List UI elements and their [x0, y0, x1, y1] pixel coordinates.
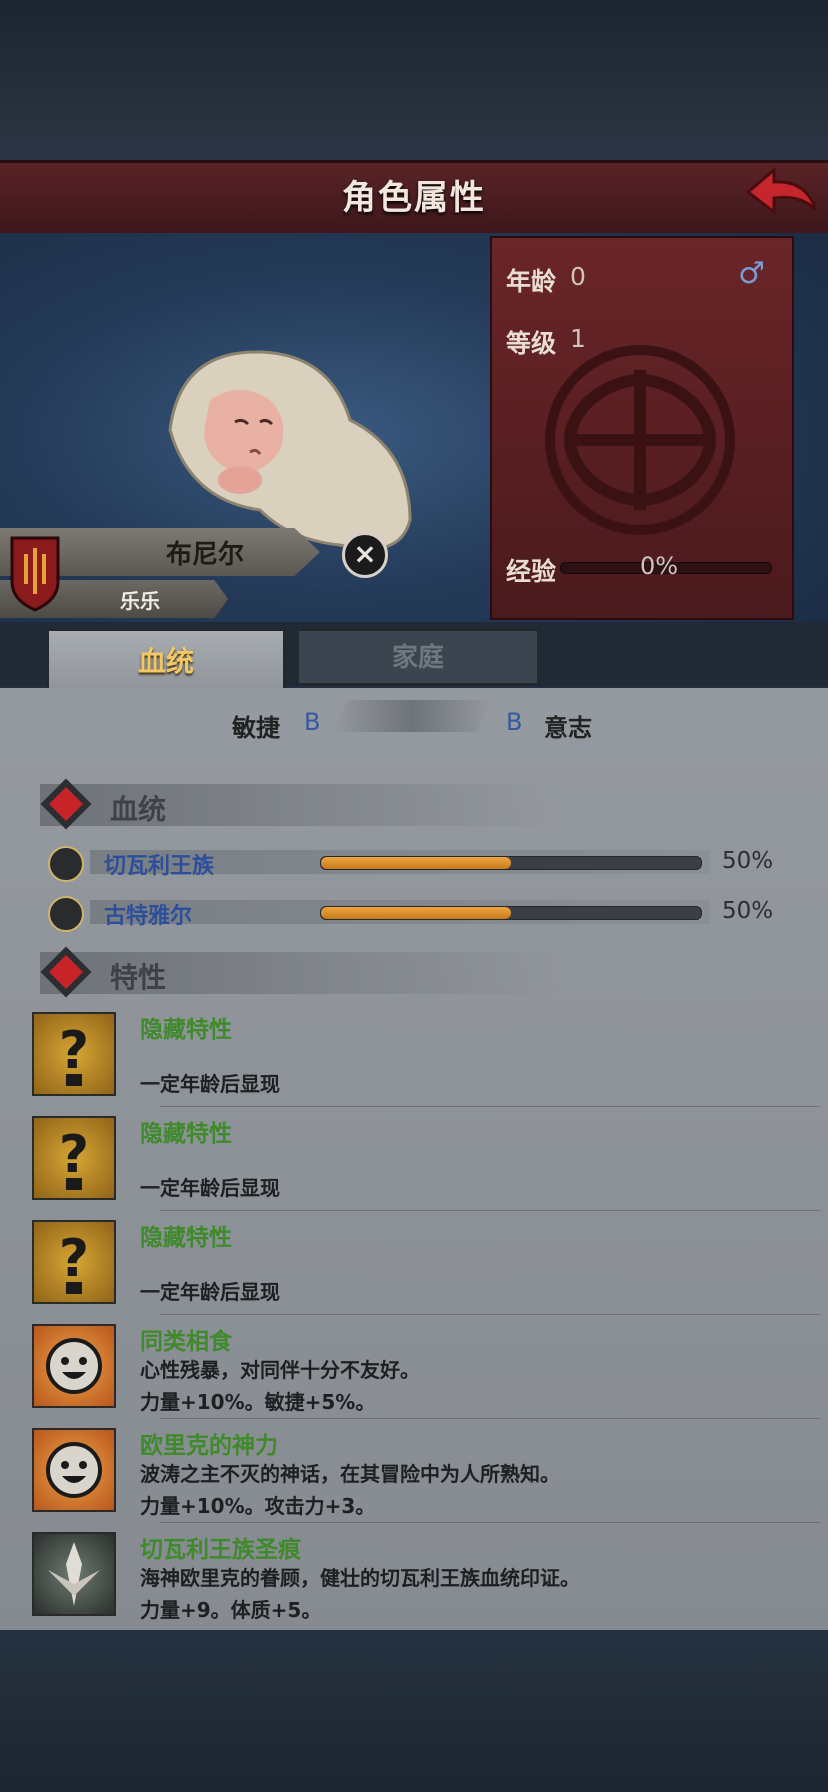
- will-grade: B: [506, 708, 523, 736]
- agility-grade: B: [304, 708, 321, 736]
- page-title: 角色属性: [342, 178, 486, 218]
- smiley-icon: [32, 1324, 116, 1408]
- svg-text:?: ?: [59, 1021, 89, 1081]
- back-arrow-icon[interactable]: [744, 164, 820, 226]
- question-icon: ?: [32, 1220, 116, 1304]
- trait-name: 同类相食: [140, 1329, 232, 1355]
- trait-effect: 一定年龄后显现: [140, 1176, 280, 1200]
- tree-icon: [48, 896, 84, 932]
- level-value: 1: [570, 324, 586, 353]
- trait-effect: 力量+10%。攻击力+3。: [140, 1494, 376, 1518]
- exp-percent: 0%: [640, 552, 679, 580]
- family-crest-icon: [10, 536, 60, 612]
- tab-bloodline-label: 血统: [137, 645, 194, 678]
- age-value: 0: [570, 262, 586, 291]
- trait-effect: 力量+10%。敏捷+5%。: [140, 1390, 376, 1414]
- lineage-progress-fill: [321, 857, 511, 869]
- trait-effect: 力量+9。体质+5。: [140, 1598, 322, 1622]
- trait-divider: [160, 1106, 820, 1107]
- age-label: 年龄: [506, 267, 557, 296]
- svg-text:?: ?: [59, 1125, 89, 1185]
- trait-name: 欧里克的神力: [140, 1433, 278, 1459]
- trait-description: 心性残暴，对同伴十分不友好。: [140, 1358, 420, 1382]
- character-name: 布尼尔: [165, 540, 244, 570]
- lineage-progress-fill: [321, 907, 511, 919]
- smiley-icon: [32, 1428, 116, 1512]
- trait-row[interactable]: 同类相食心性残暴，对同伴十分不友好。 力量+10%。敏捷+5%。: [20, 1316, 820, 1420]
- svg-text:?: ?: [59, 1229, 89, 1289]
- lineage-name: 切瓦利王族: [104, 854, 215, 879]
- trait-name: 切瓦利王族圣痕: [140, 1537, 301, 1563]
- trait-row[interactable]: 欧里克的神力波涛之主不灭的神话，在其冒险中为人所熟知。 力量+10%。攻击力+3。: [20, 1420, 820, 1524]
- exp-label: 经验: [506, 557, 557, 586]
- character-nickname: 乐乐: [120, 589, 160, 613]
- male-gender-icon: ♂: [738, 256, 765, 291]
- bottom-bar: [0, 1630, 828, 1792]
- trait-effect: 一定年龄后显现: [140, 1072, 280, 1096]
- question-icon: ?: [32, 1012, 116, 1096]
- trait-divider: [160, 1522, 820, 1523]
- question-icon: ?: [32, 1116, 116, 1200]
- traits-section-title: 特性: [110, 961, 167, 994]
- trait-name: 隐藏特性: [140, 1017, 232, 1043]
- tab-family-label: 家庭: [391, 643, 444, 673]
- trait-row[interactable]: ? 隐藏特性一定年龄后显现: [20, 1212, 820, 1316]
- lineage-progress-bar: [320, 856, 702, 870]
- agility-label: 敏捷: [232, 714, 280, 742]
- lineage-name: 古特雅尔: [104, 904, 193, 929]
- trait-description: 海神欧里克的眷顾，健壮的切瓦利王族血统印证。: [140, 1566, 580, 1590]
- trait-description: 波涛之主不灭的神话，在其冒险中为人所熟知。: [140, 1462, 560, 1486]
- celtic-knot-emblem: [545, 345, 735, 535]
- trait-divider: [160, 1210, 820, 1211]
- bloodline-section-title: 血统: [110, 793, 167, 826]
- lineage-percent: 50%: [722, 898, 774, 924]
- close-button[interactable]: ×: [342, 532, 388, 578]
- lineage-progress-bar: [320, 906, 702, 920]
- level-label: 等级: [506, 329, 557, 358]
- will-label: 意志: [544, 714, 592, 742]
- lineage-percent: 50%: [722, 848, 774, 874]
- trait-row[interactable]: 切瓦利王族圣痕海神欧里克的眷顾，健壮的切瓦利王族血统印证。 力量+9。体质+5。: [20, 1524, 810, 1628]
- balance-indicator: [332, 700, 492, 732]
- crest-icon: [32, 1532, 116, 1616]
- trait-divider: [160, 1314, 820, 1315]
- trait-divider: [160, 1418, 820, 1419]
- trait-row[interactable]: ? 隐藏特性一定年龄后显现: [20, 1004, 820, 1108]
- trait-row[interactable]: ? 隐藏特性一定年龄后显现: [20, 1108, 820, 1212]
- trait-name: 隐藏特性: [140, 1121, 232, 1147]
- trait-name: 隐藏特性: [140, 1225, 232, 1251]
- trait-effect: 一定年龄后显现: [140, 1280, 280, 1304]
- scales-icon: [48, 846, 84, 882]
